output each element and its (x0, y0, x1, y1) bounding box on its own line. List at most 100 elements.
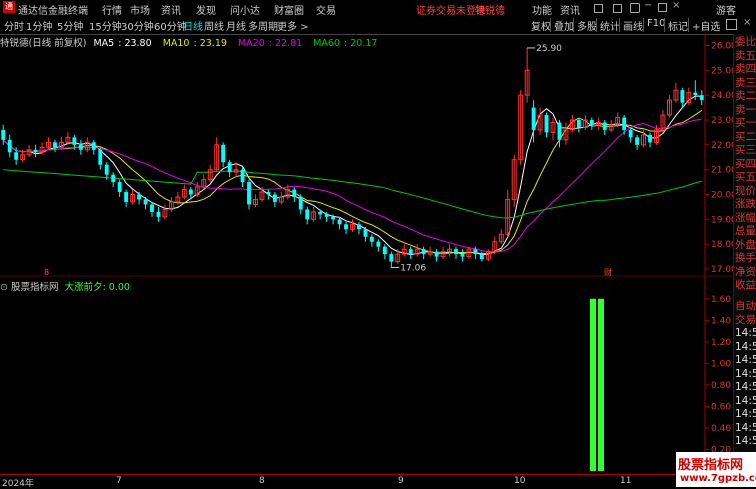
tf-1min[interactable]: 1分钟 (26, 18, 52, 33)
candle (492, 236, 498, 255)
candle (414, 244, 420, 257)
candle (401, 244, 407, 257)
info-button[interactable]: 资讯 (560, 2, 580, 17)
candle-body (240, 169, 245, 183)
multi-stock-button[interactable]: 多股 (573, 18, 597, 33)
layout-icon[interactable] (613, 4, 622, 13)
order-panel: 委比 卖五 卖四 卖三 卖二 卖一 买一 买二 买三 买四 买五 现价 涨跌 涨幅 总量 外盘 换手 净资 收益 自动… (733, 34, 756, 487)
candle (98, 147, 103, 170)
finance-marker: 财 (604, 267, 612, 277)
date-axis: 2024年 7 8 9 10 11 (0, 474, 733, 489)
minimize-icon[interactable]: − (644, 0, 652, 11)
candle-body (227, 162, 232, 173)
indicator-series: 大涨前夕: 0.00 (64, 282, 130, 293)
menu-item-ask[interactable]: 问小达 (230, 2, 260, 17)
trade-time-label: 14:5 (735, 408, 756, 420)
panel-close-icon[interactable]: × (743, 17, 751, 31)
date-tick: 8 (259, 476, 265, 486)
order-panel-label: 换手 (735, 252, 756, 264)
candle (434, 249, 439, 262)
ma20-line (2, 118, 702, 253)
candle-body (479, 254, 484, 260)
tf-15min[interactable]: 15分钟 (89, 18, 122, 33)
menu-item-discover[interactable]: 发现 (196, 2, 216, 17)
settings-icon[interactable] (630, 3, 640, 13)
close-icon[interactable]: × (672, 0, 680, 11)
candle (162, 204, 168, 220)
tf-fenshi[interactable]: 分时 (4, 18, 24, 33)
order-panel-label: 委比 (735, 36, 756, 48)
candle-body (454, 249, 458, 255)
candle (498, 229, 504, 245)
date-tick: 11 (620, 476, 632, 486)
menu-item-news[interactable]: 资讯 (161, 2, 181, 17)
candle (557, 119, 562, 148)
candle-body (221, 144, 226, 163)
draw-button[interactable]: 画线 (619, 18, 643, 33)
order-panel-label: 卖一 (735, 103, 756, 116)
candle (447, 244, 452, 257)
trade-time-label: 14:5 (735, 421, 756, 434)
menu-item-quotes[interactable]: 行情 (102, 2, 122, 17)
tf-weekly[interactable]: 周线 (204, 18, 224, 33)
maximize-icon[interactable] (658, 3, 667, 12)
f10-button[interactable]: F10 (643, 18, 665, 32)
tf-monthly[interactable]: 月线 (226, 18, 246, 33)
candle-body (53, 142, 57, 148)
candle (615, 112, 621, 128)
tf-more[interactable]: 更多 > (277, 18, 309, 33)
title-bar: 通 通达信金融终端 行情 市场 资讯 发现 问小达 财富圈 交易 证券交易未登录… (0, 0, 756, 18)
app-logo: 通 (3, 1, 15, 13)
panel-toggle-icon[interactable] (726, 19, 737, 30)
overlay-button[interactable]: 叠加 (550, 18, 574, 33)
indicator-tick-label: 1.20 (711, 338, 731, 348)
candle-body (247, 182, 251, 205)
user-label[interactable]: 游客 (716, 2, 736, 17)
price-tick-label: 23.00 (711, 116, 733, 126)
candle-body (344, 224, 348, 230)
candle-body (473, 249, 478, 255)
candle-body (98, 149, 103, 165)
candle-body (693, 92, 698, 96)
candle (376, 239, 381, 252)
candle-body (376, 241, 381, 247)
tf-5min[interactable]: 5分钟 (57, 18, 83, 33)
candle (253, 194, 258, 207)
candle (389, 251, 394, 268)
order-panel-label: 卖四 (735, 63, 756, 75)
candle (137, 192, 141, 205)
date-tick: 10 (514, 476, 526, 486)
candle-body (137, 194, 141, 200)
candle-body (434, 251, 439, 257)
adjust-button[interactable]: 复权 (531, 18, 551, 33)
stock-tag: 特锐德 (475, 6, 505, 17)
stats-button[interactable]: 统计 (596, 18, 620, 33)
candle (460, 249, 465, 262)
menu-item-trade[interactable]: 交易 (316, 2, 336, 17)
trade-time-label: 14:5 (735, 327, 756, 339)
tf-multi[interactable]: 多周期 (248, 18, 278, 33)
indicator-icon[interactable]: ⊙ (0, 282, 8, 293)
candle-body (460, 254, 465, 257)
candle-body (7, 139, 12, 153)
candle (382, 244, 387, 260)
price-tick-label: 25.00 (711, 66, 733, 76)
candle-body (117, 182, 122, 193)
candle (221, 142, 226, 168)
tf-30min[interactable]: 30分钟 (121, 18, 154, 33)
candle (350, 219, 355, 232)
tf-daily[interactable]: 日线 (183, 18, 203, 33)
window-icon[interactable] (594, 4, 603, 13)
candle-body (91, 142, 96, 150)
candle-body (680, 90, 685, 103)
kline-chart[interactable]: 26.00 25.00 24.00 23.00 22.00 21.00 20.00 19.00… (0, 34, 733, 474)
candle (686, 87, 692, 106)
menu-item-market[interactable]: 市场 (130, 2, 150, 17)
tf-60min[interactable]: 60分钟 (154, 18, 187, 33)
candle (78, 139, 83, 155)
menu-item-wealth[interactable]: 财富圈 (274, 2, 304, 17)
mark-button[interactable]: 标记 (664, 18, 688, 33)
order-panel-label: 买一 (735, 117, 756, 129)
function-button[interactable]: 功能 (532, 2, 552, 17)
add-watchlist-button[interactable]: +自选 (688, 18, 720, 33)
